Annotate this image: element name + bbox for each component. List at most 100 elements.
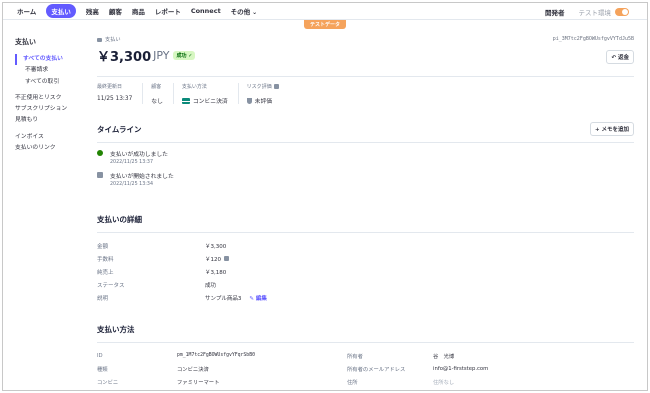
method-key: コンビニ (97, 379, 119, 386)
payment-id[interactable]: pi_3M7tc2FgBOWUsfgvVYTdJu5B (553, 36, 634, 42)
nav-products[interactable]: 商品 (132, 6, 145, 16)
meta-value: 11/25 13:37 (97, 96, 133, 102)
nav-customers[interactable]: 顧客 (109, 6, 122, 16)
meta-value: 未評価 (246, 96, 279, 105)
sidebar-item-all-payments[interactable]: すべての支払い (15, 54, 85, 66)
fee-value: ￥120 (205, 256, 221, 263)
amount-row: ￥3,300 JPY 成功 ✓ (97, 48, 634, 65)
sidebar-title: 支払い (15, 38, 36, 46)
meta-label: 顧客 (151, 84, 162, 90)
meta-label: リスク評価 (247, 83, 279, 90)
refund-button[interactable]: ↶ 返金 (606, 50, 634, 64)
nav-connect[interactable]: Connect (191, 7, 221, 15)
timeline-event-time: 2022/11/25 13:34 (110, 182, 153, 187)
konbini-icon (181, 97, 190, 104)
sidebar-item-fraud-risk[interactable]: 不正使用とリスク (15, 93, 85, 104)
meta-label: 支払い方法 (181, 84, 207, 90)
timeline-event: 支払いが成功しました 2022/11/25 13:37 (97, 149, 634, 165)
status-badge-label: 成功 (176, 52, 187, 59)
edit-label: 編集 (255, 295, 267, 302)
method-row: ID pm_1M7tc2FgBOWUsfgvYFqrSbB0 (97, 349, 337, 362)
info-icon[interactable] (224, 256, 229, 261)
sidebar-item-disputes[interactable]: 不審請求 (15, 65, 85, 76)
method-row: 所有者のメールアドレス info@1-firststep.com (347, 362, 587, 375)
detail-value: サンプル商品3 ✎ 編集 (205, 294, 267, 302)
test-mode-label: テスト環境 (578, 8, 612, 17)
detail-key: 説明 (97, 295, 109, 302)
sidebar-item-invoices[interactable]: インボイス (15, 132, 85, 143)
detail-value: ￥120 (205, 255, 229, 263)
payment-details-section: 支払いの詳細 金額 ￥3,300 手数料 ￥120 純売上 ￥3,180 ステー… (97, 214, 634, 304)
meta-value: なし (151, 99, 163, 105)
nav-payments[interactable]: 支払い (46, 4, 76, 18)
detail-key: ステータス (97, 282, 125, 289)
test-data-banner: テストデータ (303, 20, 347, 29)
risk-label: リスク評価 (246, 84, 272, 90)
method-right-column: 所有者 谷 光博 所有者のメールアドレス info@1-firststep.co… (347, 349, 587, 388)
meta-customer: 顧客 なし (151, 83, 174, 105)
method-value: 谷 光博 (433, 353, 455, 360)
sidebar-item-all-transactions[interactable]: すべての取引 (15, 77, 85, 88)
meta-label: 最終更新日 (97, 84, 123, 90)
method-key: 所有者 (347, 353, 363, 360)
clock-icon (97, 172, 103, 178)
shield-icon (246, 97, 252, 104)
add-note-button[interactable]: + メモを追加 (589, 122, 634, 136)
meta-last-updated: 最終更新日 11/25 13:37 (97, 83, 144, 104)
method-row: 住所 住所なし (347, 375, 587, 388)
detail-value: 成功 (205, 282, 217, 289)
method-row: コンビニ ファミリーマート (97, 375, 337, 388)
payment-currency: JPY (153, 48, 170, 62)
payment-method-value: コンビニ決済 (192, 99, 228, 105)
edit-description-link[interactable]: ✎ 編集 (249, 294, 267, 302)
nav-balances[interactable]: 残高 (86, 6, 99, 16)
sidebar-item-subscriptions[interactable]: サブスクリプション (15, 104, 85, 115)
app-window: ホーム 支払い 残高 顧客 商品 レポート Connect その他 ⌄ 開発者 テ… (2, 2, 648, 391)
developers-link[interactable]: 開発者 (545, 7, 565, 17)
nav-more[interactable]: その他 ⌄ (231, 6, 258, 16)
nav-reports[interactable]: レポート (155, 6, 181, 16)
top-navigation: ホーム 支払い 残高 顧客 商品 レポート Connect その他 ⌄ 開発者 テ… (3, 3, 647, 20)
check-icon: ✓ (188, 52, 193, 59)
method-left-column: ID pm_1M7tc2FgBOWUsfgvYFqrSbB0 種類 コンビニ決済… (97, 349, 337, 388)
payment-method-section: 支払い方法 ID pm_1M7tc2FgBOWUsfgvYFqrSbB0 種類 … (97, 324, 634, 388)
info-icon[interactable] (273, 84, 279, 89)
sidebar-item-quotes[interactable]: 見積もり (15, 115, 85, 126)
nav-more-label: その他 (230, 8, 251, 16)
add-note-label: メモを追加 (601, 127, 629, 133)
method-id-value[interactable]: pm_1M7tc2FgBOWUsfgvYFqrSbB0 (177, 353, 255, 358)
method-value: 住所なし (433, 379, 455, 386)
pencil-icon: ✎ (249, 295, 254, 302)
method-value: info@1-firststep.com (433, 365, 489, 372)
card-icon (97, 37, 102, 42)
nav-home[interactable]: ホーム (17, 6, 36, 16)
detail-row: ステータス 成功 (97, 278, 634, 291)
detail-key: 手数料 (97, 256, 114, 263)
payment-amount: ￥3,300 (97, 49, 152, 65)
status-badge: 成功 ✓ (173, 50, 196, 60)
description-value: サンプル商品3 (205, 295, 242, 302)
detail-value: ￥3,180 (205, 269, 227, 276)
timeline-section: タイムライン + メモを追加 支払いが成功しました 2022/11/25 13:… (97, 122, 634, 187)
method-key: 所有者のメールアドレス (347, 366, 406, 373)
refund-icon: ↶ (611, 55, 617, 61)
timeline-event-title: 支払いが成功しました (110, 152, 168, 158)
method-value: ファミリーマート (177, 379, 220, 386)
plus-icon: + (594, 127, 600, 133)
method-value: コンビニ決済 (177, 366, 209, 373)
test-mode-toggle[interactable] (615, 7, 629, 16)
method-key: 種類 (97, 366, 108, 373)
method-row: 所有者 谷 光博 (347, 349, 587, 362)
chevron-down-icon: ⌄ (252, 9, 258, 16)
detail-row: 金額 ￥3,300 (97, 239, 634, 252)
nav-right: 開発者 テスト環境 (545, 3, 629, 20)
detail-key: 金額 (97, 243, 109, 250)
timeline-event: 支払いが開始されました 2022/11/25 13:34 (97, 171, 634, 187)
sidebar-item-payment-links[interactable]: 支払いのリンク (15, 143, 85, 154)
payment-meta: 最終更新日 11/25 13:37 顧客 なし 支払い方法 コンビニ決済 リスク… (97, 76, 634, 105)
sidebar: 支払い すべての支払い 不審請求 すべての取引 不正使用とリスク サブスクリプシ… (15, 37, 85, 154)
refund-label: 返金 (617, 55, 629, 61)
main-content: 支払い pi_3M7tc2FgBOWUsfgvVYTdJu5B ￥3,300 J… (97, 36, 634, 386)
meta-payment-method: 支払い方法 コンビニ決済 (181, 83, 239, 105)
timeline-event-title: 支払いが開始されました (110, 174, 174, 180)
